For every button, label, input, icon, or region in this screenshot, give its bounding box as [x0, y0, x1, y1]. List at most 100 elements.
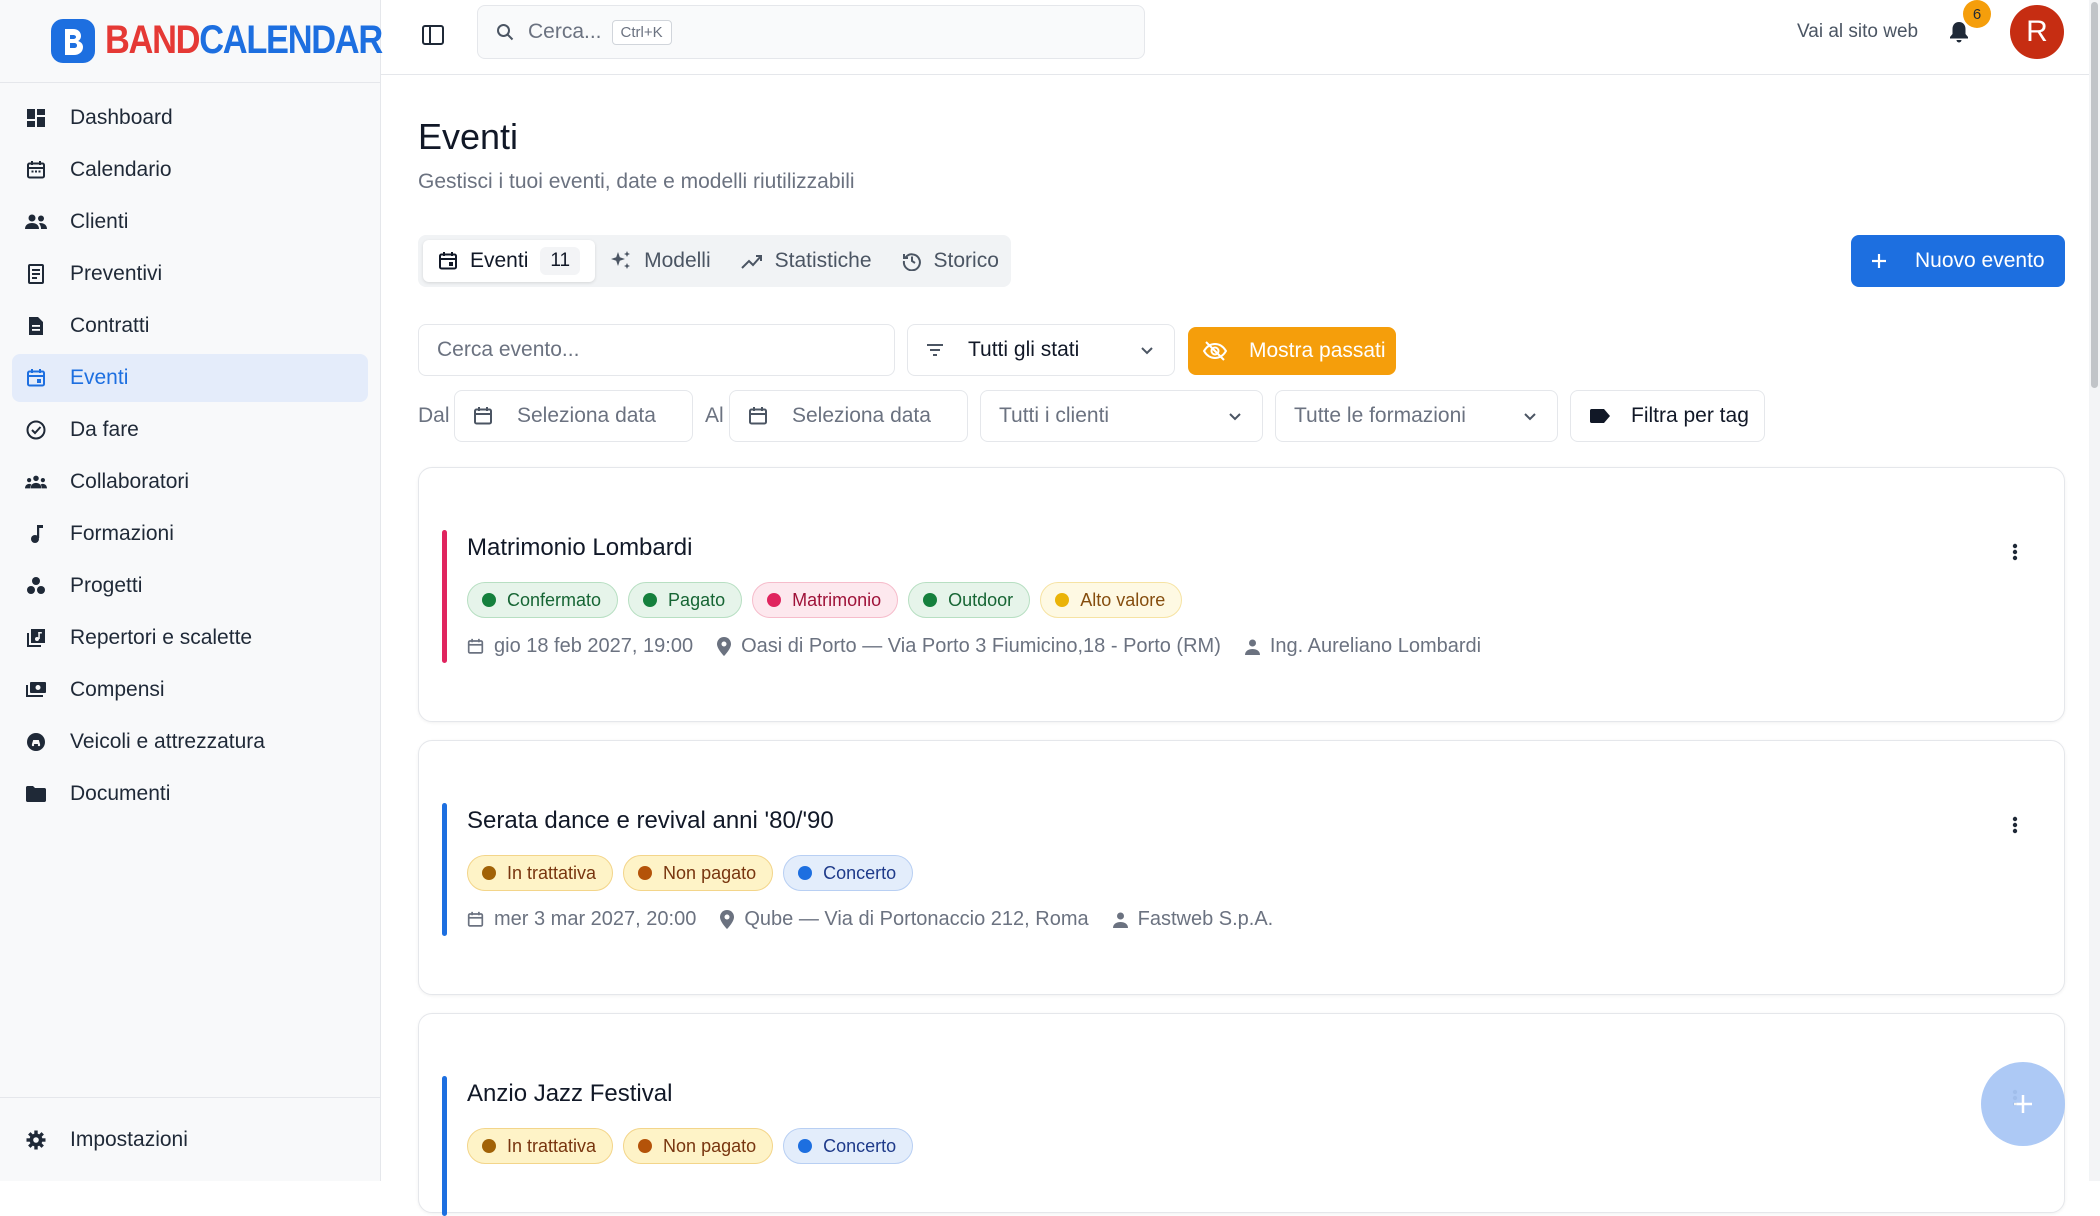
- sidebar-item-da-fare[interactable]: Da fare: [12, 406, 368, 454]
- clients-filter-select[interactable]: Tutti i clienti: [980, 390, 1263, 442]
- date-from-picker[interactable]: Seleziona data: [454, 390, 693, 442]
- tab-modelli[interactable]: Modelli: [595, 240, 726, 282]
- document-icon: [25, 315, 47, 337]
- label-icon: [1589, 408, 1611, 424]
- calendar-icon: [467, 911, 484, 928]
- event-badges: In trattativa Non pagato Concerto: [467, 1128, 914, 1164]
- sidebar-item-documenti[interactable]: Documenti: [12, 770, 368, 818]
- vehicle-icon: [25, 731, 47, 753]
- event-accent-bar: [442, 803, 447, 936]
- tag-filter-button[interactable]: Filtra per tag: [1570, 390, 1765, 442]
- calendar-icon: [467, 638, 484, 655]
- event-icon: [25, 367, 47, 389]
- brand-name-calendar: CALENDAR: [199, 18, 383, 62]
- sidebar-item-veicoli[interactable]: Veicoli e attrezzatura: [12, 718, 368, 766]
- event-client: Ing. Aureliano Lombardi: [1269, 635, 1482, 657]
- date-to-placeholder: Seleziona data: [792, 404, 931, 427]
- event-menu-button[interactable]: [2011, 815, 2019, 835]
- avatar[interactable]: R: [2010, 5, 2064, 59]
- scrollbar-thumb[interactable]: [2091, 2, 2098, 388]
- sidebar-item-collaboratori[interactable]: Collaboratori: [12, 458, 368, 506]
- status-filter-select[interactable]: Tutti gli stati: [907, 324, 1175, 376]
- floating-action-button[interactable]: [1981, 1062, 2065, 1146]
- event-meta: gio 18 feb 2027, 19:00 Oasi di Porto — V…: [467, 635, 1481, 658]
- folder-icon: [25, 783, 47, 805]
- type-badge: Matrimonio: [752, 582, 899, 618]
- plus-icon: [1871, 253, 1887, 269]
- event-date: gio 18 feb 2027, 19:00: [494, 635, 694, 657]
- sidebar-divider: [0, 1097, 381, 1098]
- status-badge: In trattativa: [467, 855, 614, 891]
- sidebar-item-label: Da fare: [70, 418, 139, 441]
- receipt-icon: [25, 263, 47, 285]
- show-past-label: Mostra passati: [1249, 339, 1386, 362]
- brand-logo[interactable]: BANDCALENDAR: [51, 18, 427, 63]
- filter-icon: [926, 343, 944, 357]
- global-search-input[interactable]: Cerca... Ctrl+K: [477, 5, 1145, 59]
- sidebar-item-preventivi[interactable]: Preventivi: [12, 250, 368, 298]
- badge-label: Matrimonio: [792, 589, 882, 610]
- event-location: Qube — Via di Portonaccio 212, Roma: [744, 908, 1089, 930]
- show-past-button[interactable]: Mostra passati: [1188, 327, 1396, 375]
- status-badge: In trattativa: [467, 1128, 614, 1164]
- event-card[interactable]: Matrimonio Lombardi Confermato Pagato Ma…: [418, 467, 2065, 722]
- dashboard-icon: [25, 107, 47, 129]
- event-accent-bar: [442, 530, 447, 663]
- tab-statistiche[interactable]: Statistiche: [726, 240, 887, 282]
- event-search-input[interactable]: Cerca evento...: [418, 324, 895, 376]
- music-note-icon: [25, 523, 47, 545]
- chevron-down-icon: [1523, 409, 1537, 423]
- badge-label: Pagato: [668, 589, 726, 610]
- event-menu-button[interactable]: [2011, 542, 2019, 562]
- sidebar-divider: [0, 82, 381, 83]
- sidebar-item-calendario[interactable]: Calendario: [12, 146, 368, 194]
- tab-storico[interactable]: Storico: [887, 240, 1014, 282]
- status-filter-value: Tutti gli stati: [968, 338, 1080, 361]
- chevron-down-icon: [1228, 409, 1242, 423]
- sidebar-item-dashboard[interactable]: Dashboard: [12, 94, 368, 142]
- location-pin-icon: [720, 910, 735, 929]
- formations-filter-value: Tutte le formazioni: [1294, 404, 1466, 427]
- event-location: Oasi di Porto — Via Porto 3 Fiumicino,18…: [741, 635, 1221, 657]
- history-icon: [902, 251, 922, 271]
- formations-filter-select[interactable]: Tutte le formazioni: [1275, 390, 1558, 442]
- event-card[interactable]: Serata dance e revival anni '80/'90 In t…: [418, 740, 2065, 995]
- type-badge: Concerto: [783, 1128, 914, 1164]
- sidebar-item-label: Impostazioni: [70, 1128, 188, 1151]
- sidebar-item-formazioni[interactable]: Formazioni: [12, 510, 368, 558]
- date-to-picker[interactable]: Seleziona data: [729, 390, 968, 442]
- badge-dot: [638, 866, 653, 880]
- sidebar-item-impostazioni[interactable]: Impostazioni: [12, 1116, 368, 1164]
- sidebar-item-progetti[interactable]: Progetti: [12, 562, 368, 610]
- badge-dot: [482, 1139, 496, 1153]
- sidebar-item-clienti[interactable]: Clienti: [12, 198, 368, 246]
- sidebar-item-contratti[interactable]: Contratti: [12, 302, 368, 350]
- visit-website-link[interactable]: Vai al sito web: [1797, 21, 1918, 43]
- sidebar-toggle-button[interactable]: [419, 21, 447, 49]
- badge-dot: [798, 866, 813, 880]
- sidebar-item-label: Preventivi: [70, 262, 163, 285]
- sidebar-item-eventi[interactable]: Eventi: [12, 354, 368, 402]
- calendar-icon: [748, 406, 768, 426]
- sidebar-toggle-icon: [422, 25, 444, 45]
- payment-badge: Pagato: [628, 582, 743, 618]
- event-card[interactable]: Anzio Jazz Festival In trattativa Non pa…: [418, 1013, 2065, 1216]
- sidebar-item-repertori[interactable]: Repertori e scalette: [12, 614, 368, 662]
- page-title: Eventi: [418, 116, 519, 157]
- library-music-icon: [25, 627, 47, 649]
- sidebar-nav: Dashboard Calendario Clienti Preventivi …: [12, 94, 368, 822]
- new-event-button[interactable]: Nuovo evento: [1851, 235, 2065, 287]
- calendar-icon: [473, 406, 493, 426]
- tab-label: Modelli: [644, 249, 711, 272]
- more-vertical-icon: [2011, 815, 2019, 835]
- tab-label: Statistiche: [774, 249, 872, 272]
- page-subtitle: Gestisci i tuoi eventi, date e modelli r…: [418, 170, 855, 193]
- person-icon: [1112, 912, 1128, 928]
- search-placeholder: Cerca...: [528, 20, 602, 43]
- date-from-placeholder: Seleziona data: [517, 404, 656, 427]
- page-scrollbar[interactable]: [2089, 0, 2100, 1181]
- sidebar-item-compensi[interactable]: Compensi: [12, 666, 368, 714]
- search-shortcut-hint: Ctrl+K: [611, 19, 672, 45]
- tab-eventi[interactable]: Eventi 11: [423, 240, 596, 282]
- badge-dot: [923, 593, 938, 607]
